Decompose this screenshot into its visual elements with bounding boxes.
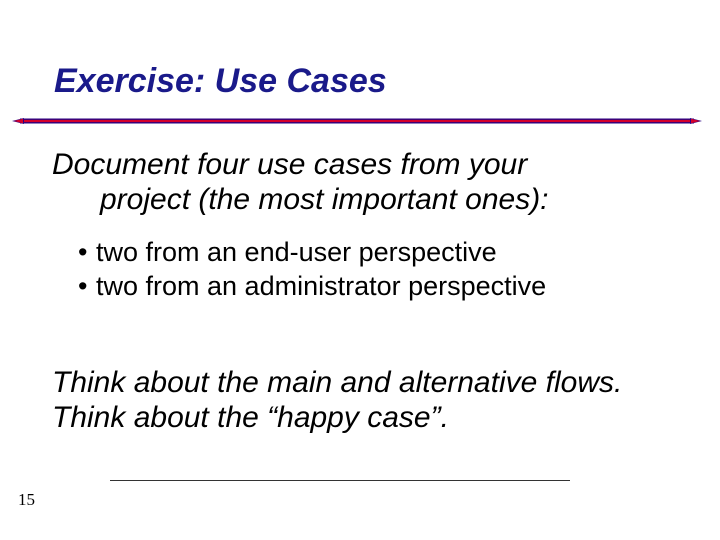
bullet-dot-icon: • [78, 236, 96, 270]
bullet-text: two from an end-user perspective [96, 236, 497, 270]
intro-line1: Document four use cases from your [52, 148, 527, 181]
footer-divider [110, 480, 570, 481]
closing-text: Think about the main and alternative flo… [52, 366, 682, 435]
bullet-dot-icon: • [78, 270, 96, 304]
bullet-list: • two from an end-user perspective • two… [78, 236, 698, 304]
bullet-text: two from an administrator perspective [96, 270, 546, 304]
intro-text: Document four use cases from your projec… [52, 148, 692, 217]
list-item: • two from an end-user perspective [78, 236, 698, 270]
intro-line2: project (the most important ones): [52, 183, 692, 218]
title-underline-arrow [12, 118, 702, 124]
list-item: • two from an administrator perspective [78, 270, 698, 304]
slide-title: Exercise: Use Cases [54, 62, 387, 101]
page-number: 15 [18, 490, 35, 510]
